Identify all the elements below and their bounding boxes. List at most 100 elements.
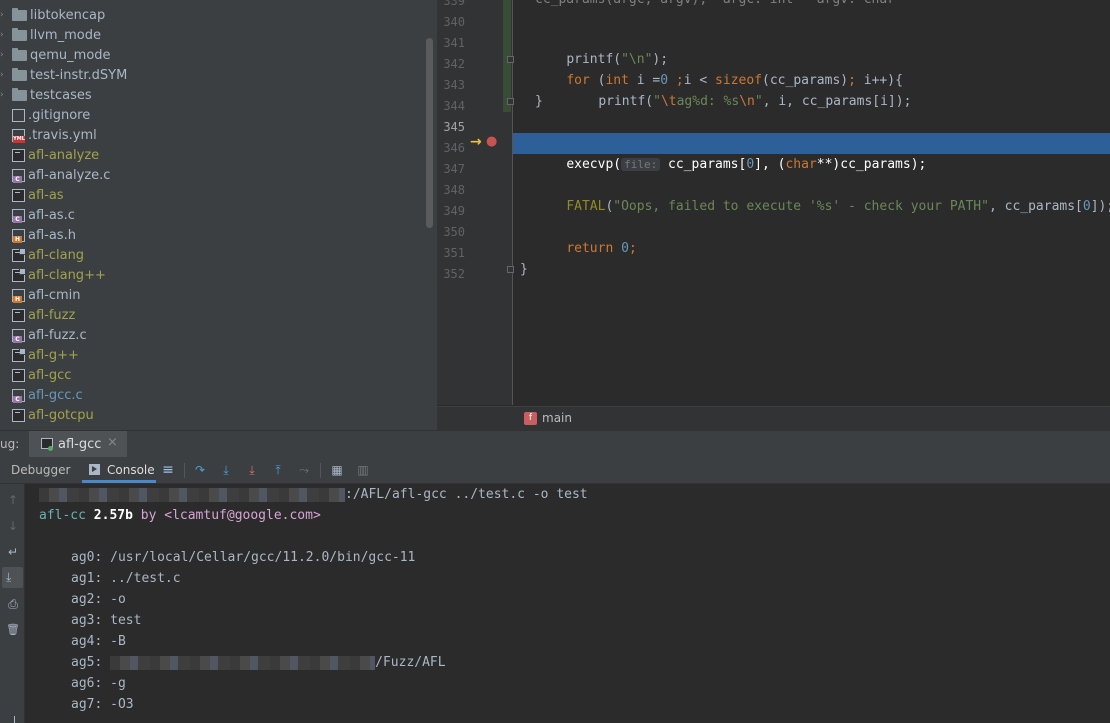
tree-item[interactable]: › qemu_mode [0, 45, 111, 65]
line-number[interactable]: 343 [437, 78, 465, 92]
tree-item[interactable]: YML .travis.yml [0, 125, 97, 145]
tree-item[interactable]: Cafl-fuzz.c [0, 325, 87, 345]
code-editor[interactable]: 339 340 341 342 343 344 345 346 347 348 349 350 351 3… [437, 0, 1110, 431]
tree-item[interactable]: › test-instr.dSYM [0, 65, 127, 85]
step-out-icon[interactable]: ⤒ [271, 463, 285, 477]
arg-value: -B [110, 634, 126, 649]
code-line-341[interactable]: for (int i =0 ;i < sizeof(cc_params); i+… [535, 49, 903, 88]
line-number[interactable]: 344 [437, 99, 465, 113]
editor-breadcrumb[interactable]: f main [437, 406, 1110, 431]
expand-arrow-icon[interactable]: › [0, 31, 5, 40]
breadcrumb-function-name[interactable]: main [542, 411, 572, 425]
restore-layout-icon[interactable]: ▥ [356, 463, 370, 477]
expand-arrow-icon[interactable]: › [0, 11, 5, 20]
fold-toggle-icon[interactable] [507, 266, 514, 273]
line-number[interactable]: 351 [437, 246, 465, 260]
tree-item[interactable]: Cafl-as.c [0, 205, 75, 225]
run-to-cursor-icon[interactable]: ⤳ [297, 463, 311, 477]
scroll-down-icon[interactable]: ↓ [6, 519, 20, 533]
tree-item-label: qemu_mode [30, 47, 111, 63]
console-side-toolbar: ↑ ↓ ↵ ⎙ 🗑 [0, 484, 25, 723]
tree-item-label: llvm_mode [30, 27, 101, 43]
c-file-icon: C [12, 388, 25, 403]
step-into-icon[interactable]: ⤓ [219, 463, 233, 477]
line-number[interactable]: 341 [437, 36, 465, 50]
tree-item-label: afl-as.c [28, 207, 75, 223]
line-number[interactable]: 345 [437, 120, 465, 134]
scroll-to-end-toggle[interactable]: ⤓ [2, 567, 23, 588]
code-line-340[interactable]: printf("\n"); [535, 28, 668, 67]
line-number[interactable]: 346 [437, 141, 465, 155]
console-output[interactable]: :/AFL/afl-gcc ../test.c -o test afl-cc 2… [25, 484, 1110, 723]
tree-item[interactable]: › testcases [0, 85, 92, 105]
tree-item[interactable]: afl-g++ [0, 345, 79, 365]
code-token: 0 [1082, 199, 1091, 214]
code-token: 0 [746, 157, 755, 172]
line-number[interactable]: 342 [437, 57, 465, 71]
tree-item[interactable]: Hafl-as.h [0, 225, 76, 245]
executable-file-icon [12, 308, 25, 322]
tree-item[interactable]: afl-gcc [0, 365, 71, 385]
code-token: execvp( [566, 157, 622, 172]
evaluate-expression-icon[interactable]: ▦ [330, 463, 344, 477]
debug-session-tab[interactable]: afl-gcc × [29, 431, 127, 458]
tree-item[interactable]: afl-as [0, 185, 64, 205]
code-line-351[interactable]: } [520, 259, 528, 280]
code-token: **)cc_params); [816, 157, 927, 172]
folder-icon [12, 88, 27, 101]
console-arg-line: ag3: test [71, 610, 141, 631]
toolbar-separator [184, 463, 185, 478]
banner-version: 2.57b [93, 508, 133, 523]
soft-wrap-icon[interactable]: ↵ [6, 545, 20, 559]
line-number[interactable]: 348 [437, 183, 465, 197]
arg-value: -g [110, 676, 126, 691]
code-line-347[interactable]: FATAL("Oops, failed to execute '%s' - ch… [535, 175, 1110, 214]
line-number[interactable]: 339 [437, 0, 465, 8]
fold-toggle-icon[interactable] [507, 98, 514, 105]
expand-arrow-icon[interactable]: › [0, 71, 5, 80]
show-execution-point-icon[interactable]: ≡ [161, 463, 175, 477]
print-icon[interactable]: ⎙ [6, 597, 20, 611]
line-number[interactable]: 352 [437, 267, 465, 281]
arg-label: ag5: [71, 655, 103, 670]
expand-arrow-icon[interactable]: › [0, 51, 5, 60]
step-over-icon[interactable]: ↷ [193, 463, 207, 477]
execution-point-arrow-icon: → [470, 134, 482, 150]
project-tree-scrollbar[interactable] [426, 38, 433, 228]
clear-all-icon[interactable]: 🗑 [6, 623, 20, 637]
line-number[interactable]: 347 [437, 162, 465, 176]
code-line-339[interactable]: cc_params(argc, argv); argc: int argv: c… [535, 0, 895, 10]
scroll-up-icon[interactable]: ↑ [6, 493, 20, 507]
code-token: " [754, 94, 763, 109]
tree-item[interactable]: › libtokencap [0, 5, 105, 25]
expand-arrow-icon[interactable]: › [0, 91, 5, 100]
code-line-349[interactable]: return 0; [535, 217, 636, 256]
arg-label: ag1: [71, 571, 103, 586]
tree-item[interactable]: afl-clang [0, 245, 84, 265]
executable-file-icon [12, 368, 25, 382]
tree-item[interactable]: Cafl-analyze.c [0, 165, 110, 185]
close-icon[interactable]: × [107, 435, 118, 450]
fold-toggle-icon[interactable] [507, 56, 514, 63]
tab-debugger[interactable]: Debugger [11, 463, 70, 477]
tree-item[interactable]: › llvm_mode [0, 25, 101, 45]
tree-item[interactable]: Hafl-cmin [0, 285, 81, 305]
line-number[interactable]: 350 [437, 225, 465, 239]
tree-item[interactable]: .gitignore [0, 105, 90, 125]
tree-item[interactable]: afl-gotcpu [0, 405, 94, 425]
code-line-345[interactable]: execvp(file: cc_params[0], (char**)cc_pa… [535, 133, 926, 172]
line-number[interactable]: 349 [437, 204, 465, 218]
tree-item[interactable]: afl-fuzz [0, 305, 75, 325]
tab-console[interactable]: Console [82, 457, 156, 483]
tree-item[interactable]: Cafl-gcc.c [0, 385, 83, 405]
code-token: ; [628, 241, 637, 256]
force-step-into-icon[interactable]: ⤓ [245, 463, 259, 477]
tree-item[interactable]: afl-analyze [0, 145, 99, 165]
c-file-icon: C [12, 168, 25, 183]
code-line-342[interactable]: printf("\tag%d: %s\n", i, cc_params[i]); [567, 70, 911, 109]
breakpoint-icon[interactable]: ● [486, 134, 497, 149]
code-token: char [785, 157, 817, 172]
code-line-343[interactable]: } [535, 91, 543, 112]
tree-item[interactable]: afl-clang++ [0, 265, 106, 285]
line-number[interactable]: 340 [437, 15, 465, 29]
